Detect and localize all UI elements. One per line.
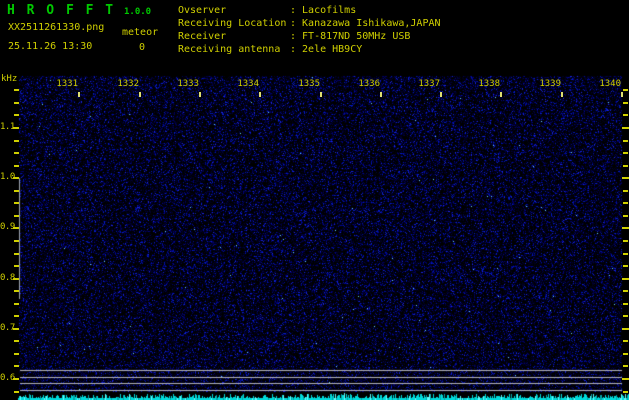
- minute-tick: [259, 92, 261, 97]
- freq-minor-tick-left: [14, 365, 19, 367]
- freq-major-tick-left: [13, 328, 19, 330]
- freq-minor-tick-left: [14, 215, 19, 217]
- minute-tick: [380, 92, 382, 97]
- info-row: Ovserver: Lacofilms: [178, 4, 618, 17]
- freq-major-tick-right: [622, 177, 629, 179]
- freq-minor-tick-right: [623, 140, 628, 142]
- minute-tick: [139, 92, 141, 97]
- time-label: 1332: [109, 79, 139, 89]
- freq-minor-tick-left: [14, 265, 19, 267]
- info-value: : FT-817ND 50MHz USB: [290, 30, 410, 43]
- freq-minor-tick-left: [14, 253, 19, 255]
- freq-minor-tick-right: [623, 391, 628, 393]
- freq-minor-tick-right: [623, 340, 628, 342]
- minute-tick: [621, 92, 623, 97]
- freq-minor-tick-right: [623, 215, 628, 217]
- freq-minor-tick-left: [14, 353, 19, 355]
- app-version: 1.0.0: [124, 7, 151, 17]
- freq-minor-tick-right: [623, 265, 628, 267]
- output-filename: XX2511261330.png: [8, 22, 104, 33]
- freq-minor-tick-right: [623, 102, 628, 104]
- info-row: Receiving antenna: 2ele HB9CY: [178, 43, 618, 56]
- freq-minor-tick-left: [14, 240, 19, 242]
- freq-major-tick-left: [13, 378, 19, 380]
- freq-major-tick-left: [13, 227, 19, 229]
- time-label: 1334: [229, 79, 259, 89]
- freq-minor-tick-right: [623, 290, 628, 292]
- time-label: 1335: [290, 79, 320, 89]
- info-label: Receiver: [178, 30, 290, 43]
- info-value: : Kanazawa Ishikawa,JAPAN: [290, 17, 441, 30]
- freq-minor-tick-left: [14, 114, 19, 116]
- freq-major-tick-right: [622, 227, 629, 229]
- minute-tick: [320, 92, 322, 97]
- time-label: 1340: [591, 79, 621, 89]
- time-label: 1338: [470, 79, 500, 89]
- freq-minor-tick-left: [14, 315, 19, 317]
- minute-tick: [78, 92, 80, 97]
- freq-major-tick-left: [13, 278, 19, 280]
- info-label: Receiving Location: [178, 17, 290, 30]
- info-label: Receiving antenna: [178, 43, 290, 56]
- freq-major-tick-right: [622, 127, 629, 129]
- freq-minor-tick-left: [14, 391, 19, 393]
- spectrogram-canvas: [0, 0, 629, 400]
- freq-minor-tick-left: [14, 190, 19, 192]
- freq-minor-tick-left: [14, 102, 19, 104]
- freq-minor-tick-left: [14, 89, 19, 91]
- freq-major-tick-right: [622, 328, 629, 330]
- minute-tick: [561, 92, 563, 97]
- freq-minor-tick-right: [623, 240, 628, 242]
- minute-tick: [199, 92, 201, 97]
- freq-minor-tick-right: [623, 315, 628, 317]
- info-value: : Lacofilms: [290, 4, 356, 17]
- freq-minor-tick-left: [14, 152, 19, 154]
- freq-minor-tick-left: [14, 165, 19, 167]
- freq-minor-tick-right: [623, 253, 628, 255]
- freq-minor-tick-right: [623, 114, 628, 116]
- freq-minor-tick-left: [14, 202, 19, 204]
- freq-minor-tick-left: [14, 340, 19, 342]
- mode-label: meteor: [122, 27, 158, 38]
- freq-minor-tick-right: [623, 152, 628, 154]
- minute-tick: [440, 92, 442, 97]
- station-info-block: Ovserver: Lacofilms Receiving Location: K…: [178, 4, 618, 56]
- info-row: Receiving Location: Kanazawa Ishikawa,JA…: [178, 17, 618, 30]
- time-label: 1333: [169, 79, 199, 89]
- freq-minor-tick-right: [623, 89, 628, 91]
- meteor-count: 0: [139, 42, 145, 53]
- freq-minor-tick-left: [14, 290, 19, 292]
- freq-minor-tick-right: [623, 165, 628, 167]
- time-label: 1331: [48, 79, 78, 89]
- freq-minor-tick-right: [623, 190, 628, 192]
- freq-unit-label: kHz: [1, 74, 17, 84]
- freq-minor-tick-left: [14, 303, 19, 305]
- freq-minor-tick-right: [623, 303, 628, 305]
- freq-minor-tick-left: [14, 140, 19, 142]
- info-label: Ovserver: [178, 4, 290, 17]
- freq-major-tick-right: [622, 278, 629, 280]
- freq-minor-tick-right: [623, 365, 628, 367]
- hrofft-output-screen: H R O F F T 1.0.0 XX2511261330.png meteo…: [0, 0, 629, 400]
- freq-major-tick-left: [13, 177, 19, 179]
- info-row: Receiver: FT-817ND 50MHz USB: [178, 30, 618, 43]
- time-label: 1336: [350, 79, 380, 89]
- info-value: : 2ele HB9CY: [290, 43, 362, 56]
- freq-major-tick-right: [622, 378, 629, 380]
- timestamp: 25.11.26 13:30: [8, 41, 92, 52]
- freq-major-tick-left: [13, 127, 19, 129]
- app-title: H R O F F T: [7, 3, 115, 18]
- time-label: 1339: [531, 79, 561, 89]
- time-label: 1337: [410, 79, 440, 89]
- freq-minor-tick-right: [623, 202, 628, 204]
- freq-minor-tick-right: [623, 353, 628, 355]
- minute-tick: [500, 92, 502, 97]
